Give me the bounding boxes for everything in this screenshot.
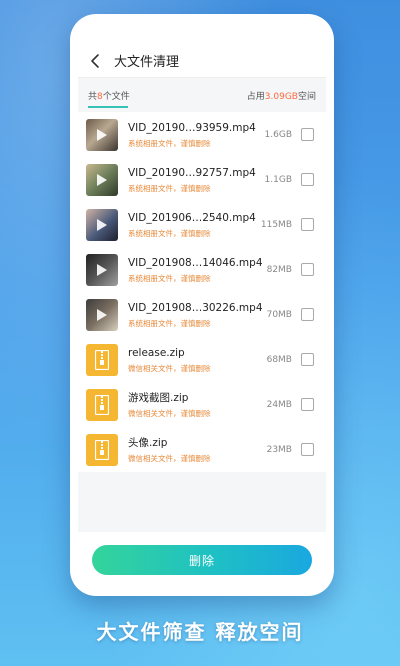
file-info: VID_201908…30226.mp4 系统相册文件，谨慎删除 [128,301,263,329]
file-size: 115MB [260,220,292,230]
phone-frame: 大文件清理 共8个文件 占用3.09GB空间 VID_20190…93959.m… [70,14,334,596]
file-count: 共8个文件 [88,89,130,102]
summary-bar: 共8个文件 占用3.09GB空间 [78,78,326,112]
zip-file-icon [95,349,109,370]
play-icon [97,218,107,231]
video-thumbnail [86,253,118,286]
promo-tagline: 大文件筛查 释放空间 [96,620,304,644]
zip-file-icon [95,439,109,460]
file-name: VID_201908…30226.mp4 [128,301,263,314]
file-checkbox[interactable] [301,443,314,456]
file-size: 82MB [266,265,292,275]
file-info: 游戏截图.zip 微信相关文件，谨慎删除 [128,391,256,419]
file-note: 微信相关文件，谨慎删除 [128,408,211,418]
file-count-suffix: 个文件 [102,91,130,102]
file-list: VID_20190…93959.mp4 系统相册文件，谨慎删除 1.6GB VI… [78,112,326,472]
file-size: 24MB [266,400,292,410]
file-name: VID_20190…92757.mp4 [128,166,256,179]
zip-thumbnail [86,343,118,376]
file-info: VID_201908…14046.mp4 系统相册文件，谨慎删除 [128,256,263,284]
play-icon [97,173,107,186]
page-title: 大文件清理 [114,55,180,70]
zip-thumbnail [86,433,118,466]
video-thumbnail [86,163,118,196]
file-note: 系统相册文件，谨慎删除 [128,183,211,193]
file-name: VID_201906…2540.mp4 [128,211,256,224]
file-row[interactable]: VID_201906…2540.mp4 系统相册文件，谨慎删除 115MB [78,202,326,247]
space-suffix: 空间 [297,91,316,102]
file-row[interactable]: VID_201908…14046.mp4 系统相册文件，谨慎删除 82MB [78,247,326,292]
play-icon [97,308,107,321]
file-checkbox[interactable] [301,308,314,321]
play-icon [97,128,107,141]
file-note: 系统相册文件，谨慎删除 [128,318,211,328]
app-screen: 大文件清理 共8个文件 占用3.09GB空间 VID_20190…93959.m… [78,44,326,588]
space-value: 3.09GB [264,91,298,102]
file-size: 1.6GB [264,130,292,140]
file-size: 68MB [266,355,292,365]
file-name: 游戏截图.zip [128,391,189,404]
file-size: 23MB [266,445,292,455]
file-count-prefix: 共 [88,91,98,102]
space-prefix: 占用 [246,91,265,102]
file-checkbox[interactable] [301,398,314,411]
file-row[interactable]: VID_20190…92757.mp4 系统相册文件，谨慎删除 1.1GB [78,157,326,202]
video-thumbnail [86,298,118,331]
file-checkbox[interactable] [301,263,314,276]
file-note: 微信相关文件，谨慎删除 [128,453,211,463]
file-size: 1.1GB [264,175,292,185]
file-name: VID_201908…14046.mp4 [128,256,263,269]
summary-underline [88,106,128,108]
file-info: release.zip 微信相关文件，谨慎删除 [128,346,256,374]
file-info: VID_20190…93959.mp4 系统相册文件，谨慎删除 [128,121,256,149]
file-info: VID_201906…2540.mp4 系统相册文件，谨慎删除 [128,211,256,239]
file-checkbox[interactable] [301,173,314,186]
file-name: VID_20190…93959.mp4 [128,121,256,134]
file-name: 头像.zip [128,436,168,449]
file-note: 微信相关文件，谨慎删除 [128,363,211,373]
file-checkbox[interactable] [301,353,314,366]
file-name: release.zip [128,346,185,359]
file-row[interactable]: 游戏截图.zip 微信相关文件，谨慎删除 24MB [78,382,326,427]
video-thumbnail [86,208,118,241]
file-row[interactable]: release.zip 微信相关文件，谨慎删除 68MB [78,337,326,382]
video-thumbnail [86,118,118,151]
play-icon [97,263,107,276]
top-bar: 大文件清理 [78,44,326,78]
zip-file-icon [95,394,109,415]
file-note: 系统相册文件，谨慎删除 [128,273,211,283]
file-size: 70MB [266,310,292,320]
space-used: 占用3.09GB空间 [247,89,316,102]
back-chevron-icon[interactable] [88,53,104,69]
delete-button[interactable]: 删除 [92,545,312,575]
file-row[interactable]: 头像.zip 微信相关文件，谨慎删除 23MB [78,427,326,472]
file-info: 头像.zip 微信相关文件，谨慎删除 [128,436,256,464]
file-row[interactable]: VID_20190…93959.mp4 系统相册文件，谨慎删除 1.6GB [78,112,326,157]
file-row[interactable]: VID_201908…30226.mp4 系统相册文件，谨慎删除 70MB [78,292,326,337]
zip-thumbnail [86,388,118,421]
bottom-action-bar: 删除 [78,532,326,588]
file-note: 系统相册文件，谨慎删除 [128,228,211,238]
file-checkbox[interactable] [301,128,314,141]
file-checkbox[interactable] [301,218,314,231]
file-info: VID_20190…92757.mp4 系统相册文件，谨慎删除 [128,166,256,194]
file-note: 系统相册文件，谨慎删除 [128,138,211,148]
